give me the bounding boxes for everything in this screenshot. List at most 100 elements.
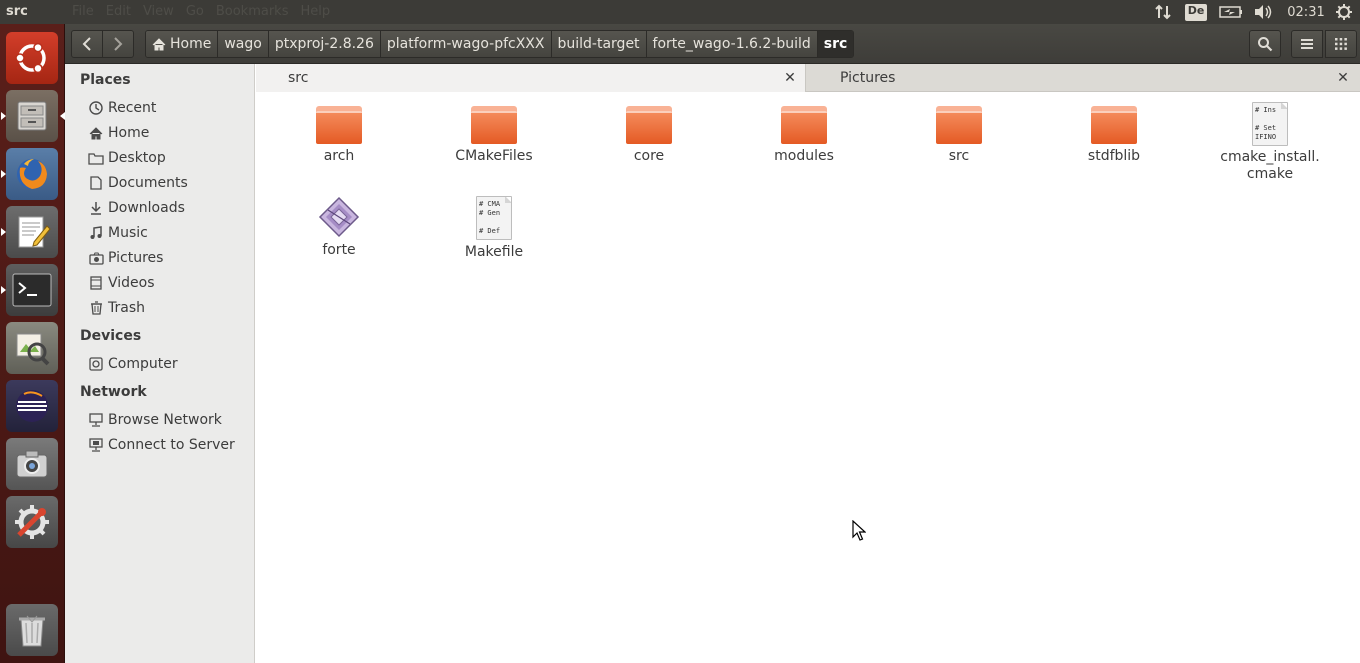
file-item-modules[interactable]: modules xyxy=(729,106,879,165)
tab-pictures[interactable]: Pictures ✕ xyxy=(807,64,1360,92)
image-viewer-icon xyxy=(16,333,50,366)
trash-icon xyxy=(19,615,45,647)
document-icon xyxy=(87,175,105,191)
menu-go[interactable]: Go xyxy=(186,4,204,19)
sidebar-item-browse-network[interactable]: Browse Network xyxy=(87,409,222,431)
launcher-image-viewer[interactable] xyxy=(6,322,58,374)
close-icon[interactable]: ✕ xyxy=(783,70,797,86)
sidebar-item-label: Downloads xyxy=(108,200,185,216)
file-cabinet-icon xyxy=(17,101,47,131)
file-item-makefile[interactable]: # CMA # Gen # Def Makefile xyxy=(419,196,569,261)
window-title: src xyxy=(6,4,28,19)
tab-bar: src ✕ Pictures ✕ xyxy=(256,64,1360,92)
search-button[interactable] xyxy=(1249,30,1281,58)
menu-view[interactable]: View xyxy=(143,4,174,19)
file-view: arch CMakeFiles core modules src stdfbli… xyxy=(256,92,1360,663)
launcher-camera[interactable] xyxy=(6,438,58,490)
file-item-cmakefiles[interactable]: CMakeFiles xyxy=(419,106,569,165)
file-item-cmake-install[interactable]: # Ins # Set IFINO cmake_install. cmake xyxy=(1195,102,1345,183)
places-heading: Places xyxy=(80,72,131,88)
menu-help[interactable]: Help xyxy=(300,4,330,19)
breadcrumb-wago[interactable]: wago xyxy=(218,31,269,57)
file-item-stdfblib[interactable]: stdfblib xyxy=(1039,106,1189,165)
sidebar: Places Recent Home Desktop Documents Dow… xyxy=(65,64,255,663)
file-item-forte[interactable]: forte xyxy=(264,196,414,259)
launcher-files[interactable] xyxy=(1,90,65,142)
launcher-eclipse[interactable] xyxy=(6,380,58,432)
launcher-ubuntu-dash[interactable] xyxy=(6,32,58,84)
server-icon xyxy=(87,437,105,453)
folder-icon xyxy=(471,106,517,144)
film-icon xyxy=(87,275,105,291)
sidebar-item-computer[interactable]: Computer xyxy=(87,353,178,375)
breadcrumb-src[interactable]: src xyxy=(817,31,854,57)
music-icon xyxy=(87,225,105,241)
breadcrumb-forte-build[interactable]: forte_wago-1.6.2-build xyxy=(646,31,818,57)
file-item-src[interactable]: src xyxy=(884,106,1034,165)
camera-icon xyxy=(87,250,105,266)
sidebar-item-videos[interactable]: Videos xyxy=(87,272,155,294)
sidebar-item-connect-server[interactable]: Connect to Server xyxy=(87,434,235,456)
sidebar-item-recent[interactable]: Recent xyxy=(87,97,156,119)
launcher-firefox[interactable] xyxy=(1,148,58,200)
folder-icon xyxy=(1091,106,1137,144)
tab-label: src xyxy=(288,70,309,86)
launcher-system-settings[interactable] xyxy=(6,496,58,548)
ubuntu-logo-icon xyxy=(15,42,46,74)
sidebar-item-home[interactable]: Home xyxy=(87,122,149,144)
sidebar-item-trash[interactable]: Trash xyxy=(87,297,145,319)
sidebar-item-pictures[interactable]: Pictures xyxy=(87,247,163,269)
text-editor-icon xyxy=(18,216,51,248)
volume-icon[interactable] xyxy=(1253,3,1273,21)
sidebar-item-downloads[interactable]: Downloads xyxy=(87,197,185,219)
top-panel: src File Edit View Go Bookmarks Help De … xyxy=(0,0,1360,24)
clock[interactable]: 02:31 xyxy=(1286,3,1326,21)
sidebar-item-music[interactable]: Music xyxy=(87,222,148,244)
menu-file[interactable]: File xyxy=(72,4,94,19)
search-icon xyxy=(1258,37,1273,52)
view-grid-button[interactable] xyxy=(1325,30,1357,58)
sidebar-item-documents[interactable]: Documents xyxy=(87,172,188,194)
mouse-cursor-icon xyxy=(852,520,866,541)
network-transfer-icon[interactable] xyxy=(1154,3,1174,21)
eclipse-icon xyxy=(16,390,48,422)
menu-bookmarks[interactable]: Bookmarks xyxy=(216,4,289,19)
tab-src[interactable]: src ✕ xyxy=(256,64,806,92)
file-label: forte xyxy=(322,242,356,258)
breadcrumb-label: Home xyxy=(170,36,212,52)
forward-button[interactable] xyxy=(102,30,134,58)
breadcrumb-build-target[interactable]: build-target xyxy=(551,31,647,57)
breadcrumb-home[interactable]: Home xyxy=(146,31,219,57)
breadcrumb: Home wago ptxproj-2.8.26 platform-wago-p… xyxy=(145,30,855,58)
launcher-terminal[interactable] xyxy=(1,264,58,316)
file-item-arch[interactable]: arch xyxy=(264,106,414,165)
launcher xyxy=(0,24,65,663)
drive-icon xyxy=(87,356,105,372)
terminal-icon xyxy=(12,273,52,307)
text-file-icon: # CMA # Gen # Def xyxy=(476,196,512,240)
launcher-trash[interactable] xyxy=(6,604,58,656)
breadcrumb-platform[interactable]: platform-wago-pfcXXX xyxy=(380,31,552,57)
close-icon[interactable]: ✕ xyxy=(1336,70,1350,86)
file-item-core[interactable]: core xyxy=(574,106,724,165)
view-list-button[interactable] xyxy=(1291,30,1323,58)
menu-edit[interactable]: Edit xyxy=(106,4,131,19)
breadcrumb-ptxproj[interactable]: ptxproj-2.8.26 xyxy=(268,31,381,57)
battery-icon[interactable] xyxy=(1218,3,1244,21)
running-indicator xyxy=(1,286,6,294)
grid-icon xyxy=(1335,38,1347,50)
launcher-text-editor[interactable] xyxy=(1,206,58,258)
file-label: Makefile xyxy=(464,244,524,260)
trash-icon xyxy=(87,300,105,316)
file-label: src xyxy=(948,148,970,164)
folder-icon xyxy=(87,150,105,166)
sidebar-item-desktop[interactable]: Desktop xyxy=(87,147,166,169)
running-indicator xyxy=(1,112,6,120)
sidebar-item-label: Computer xyxy=(108,356,178,372)
session-gear-icon[interactable] xyxy=(1334,3,1354,21)
desktop: src File Edit View Go Bookmarks Help De … xyxy=(0,0,1360,663)
back-button[interactable] xyxy=(71,30,103,58)
keyboard-layout-indicator[interactable]: De xyxy=(1184,3,1208,21)
list-icon xyxy=(1301,39,1313,49)
download-icon xyxy=(87,200,105,216)
